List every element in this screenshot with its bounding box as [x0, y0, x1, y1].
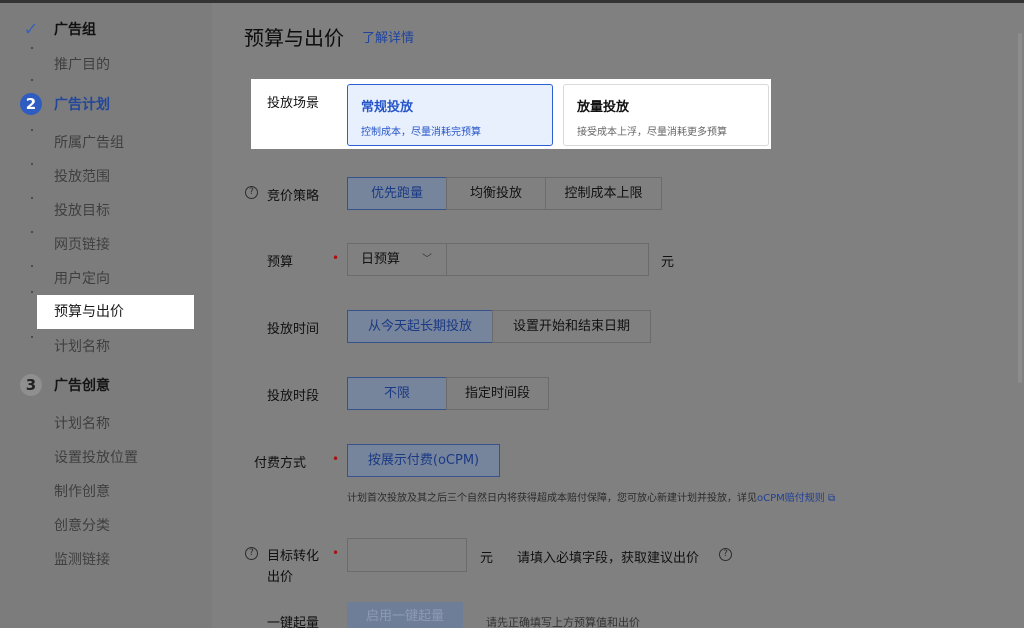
- payment-note: 计划首次投放及其之后三个自然日内将获得超成本赔付保障，您可放心新建计划并投放，详…: [347, 489, 835, 504]
- schedule-option-long-term[interactable]: 从今天起长期投放: [347, 310, 493, 343]
- scrollbar[interactable]: [1018, 33, 1022, 383]
- scene-option-title: 常规投放: [361, 100, 414, 115]
- scene-option-title: 放量投放: [577, 100, 630, 115]
- page-title: 预算与出价: [244, 26, 344, 50]
- required-mark: •: [332, 546, 340, 560]
- time-period-segmented: 不限 指定时间段: [347, 377, 549, 410]
- ocpm-rules-link[interactable]: oCPM赔付规则: [757, 493, 825, 504]
- budget-type-select[interactable]: 日预算 ﹀: [347, 243, 447, 276]
- budget-input[interactable]: [446, 243, 649, 276]
- payment-segmented: 按展示付费(oCPM): [347, 444, 500, 477]
- help-icon[interactable]: ?: [245, 186, 258, 199]
- sidebar-item-audience[interactable]: 用户定向: [54, 268, 110, 288]
- sidebar-item-target[interactable]: 投放目标: [54, 200, 110, 220]
- help-icon[interactable]: ?: [719, 548, 732, 561]
- step-connector: [31, 197, 33, 199]
- budget-label: 预算: [267, 255, 294, 270]
- step-connector: [31, 291, 33, 293]
- payment-option-ocpm[interactable]: 按展示付费(oCPM): [347, 444, 500, 477]
- one-click-hint: 请先正确填写上方预算值和出价: [486, 616, 640, 628]
- step-ad-plan[interactable]: 2 广告计划: [20, 93, 110, 115]
- scene-option-volume[interactable]: 放量投放 接受成本上浮，尽量消耗更多预算: [563, 84, 769, 146]
- sidebar-item-ad-group[interactable]: 所属广告组: [54, 132, 124, 152]
- payment-note-text: 计划首次投放及其之后三个自然日内将获得超成本赔付保障，您可放心新建计划并投放，详…: [347, 493, 757, 504]
- step-ad-creative[interactable]: 3 广告创意: [20, 374, 110, 396]
- check-icon: ✓: [23, 18, 39, 40]
- target-unit: 元: [480, 551, 494, 566]
- time-option-specified[interactable]: 指定时间段: [446, 377, 549, 410]
- scene-panel: 投放场景 常规投放 控制成本，尽量消耗完预算 放量投放 接受成本上浮，尽量消耗更…: [251, 79, 771, 149]
- bid-option-priority-volume[interactable]: 优先跑量: [347, 177, 447, 210]
- scene-label: 投放场景: [267, 96, 320, 111]
- step-connector: [31, 336, 33, 338]
- target-bid-input[interactable]: [347, 538, 467, 572]
- budget-type-value: 日预算: [361, 252, 401, 267]
- schedule-option-date-range[interactable]: 设置开始和结束日期: [492, 310, 651, 343]
- required-mark: •: [332, 251, 340, 265]
- bid-option-cost-cap[interactable]: 控制成本上限: [545, 177, 662, 210]
- step-title: 广告创意: [54, 378, 110, 394]
- step-connector: [31, 265, 33, 267]
- sidebar-item-plan-name-2[interactable]: 计划名称: [54, 413, 110, 433]
- schedule-label: 投放时间: [267, 322, 320, 337]
- step-connector: [31, 163, 33, 165]
- step-number-badge: 3: [20, 374, 42, 396]
- step-number-badge: 2: [20, 93, 42, 115]
- step-connector: [31, 79, 33, 81]
- budget-unit: 元: [661, 255, 675, 270]
- step-title: 广告计划: [54, 97, 110, 113]
- sidebar-item-make-creative[interactable]: 制作创意: [54, 481, 110, 501]
- sidebar-item-plan-name[interactable]: 计划名称: [54, 336, 110, 356]
- bid-option-balanced[interactable]: 均衡投放: [446, 177, 546, 210]
- external-link-icon[interactable]: ⧉: [825, 493, 835, 504]
- time-period-label: 投放时段: [267, 389, 320, 404]
- help-icon[interactable]: ?: [245, 547, 258, 560]
- sidebar-item-url[interactable]: 网页链接: [54, 234, 110, 254]
- required-mark: •: [332, 452, 340, 466]
- step-title: 广告组: [54, 22, 96, 38]
- sidebar-item-budget-bid[interactable]: 预算与出价: [37, 295, 194, 329]
- sidebar-item-creative-category[interactable]: 创意分类: [54, 515, 110, 535]
- step-ad-group[interactable]: ✓ 广告组: [20, 18, 96, 40]
- step-connector: [31, 47, 33, 49]
- step-connector: [31, 129, 33, 131]
- sidebar: ✓ 广告组 推广目的 2 广告计划 所属广告组 投放范围 投放目标 网页链接 用…: [0, 3, 212, 628]
- sidebar-item-scope[interactable]: 投放范围: [54, 166, 110, 186]
- sidebar-item-promotion-goal[interactable]: 推广目的: [54, 54, 110, 74]
- sidebar-item-placement[interactable]: 设置投放位置: [54, 447, 138, 467]
- sidebar-item-tracking-link[interactable]: 监测链接: [54, 549, 110, 569]
- chevron-down-icon: ﹀: [422, 254, 432, 265]
- target-conversion-label: 目标转化出价: [267, 549, 320, 585]
- bid-strategy-label: 竞价策略: [267, 189, 320, 204]
- scene-option-desc: 接受成本上浮，尽量消耗更多预算: [577, 127, 727, 138]
- time-option-unlimited[interactable]: 不限: [347, 377, 447, 410]
- payment-label: 付费方式: [254, 456, 307, 471]
- main-panel: 预算与出价 了解详情 投放场景 常规投放 控制成本，尽量消耗完预算 放量投放 接…: [212, 3, 1024, 628]
- schedule-segmented: 从今天起长期投放 设置开始和结束日期: [347, 310, 651, 343]
- learn-more-link[interactable]: 了解详情: [362, 27, 414, 46]
- scene-option-regular[interactable]: 常规投放 控制成本，尽量消耗完预算: [347, 84, 553, 146]
- one-click-label: 一键起量: [267, 616, 320, 628]
- suggested-bid-hint: 请填入必填字段，获取建议出价: [517, 551, 700, 566]
- step-connector: [31, 231, 33, 233]
- bid-strategy-segmented: 优先跑量 均衡投放 控制成本上限: [347, 177, 662, 210]
- enable-one-click-button[interactable]: 启用一键起量: [347, 602, 463, 628]
- scene-option-desc: 控制成本，尽量消耗完预算: [361, 127, 481, 138]
